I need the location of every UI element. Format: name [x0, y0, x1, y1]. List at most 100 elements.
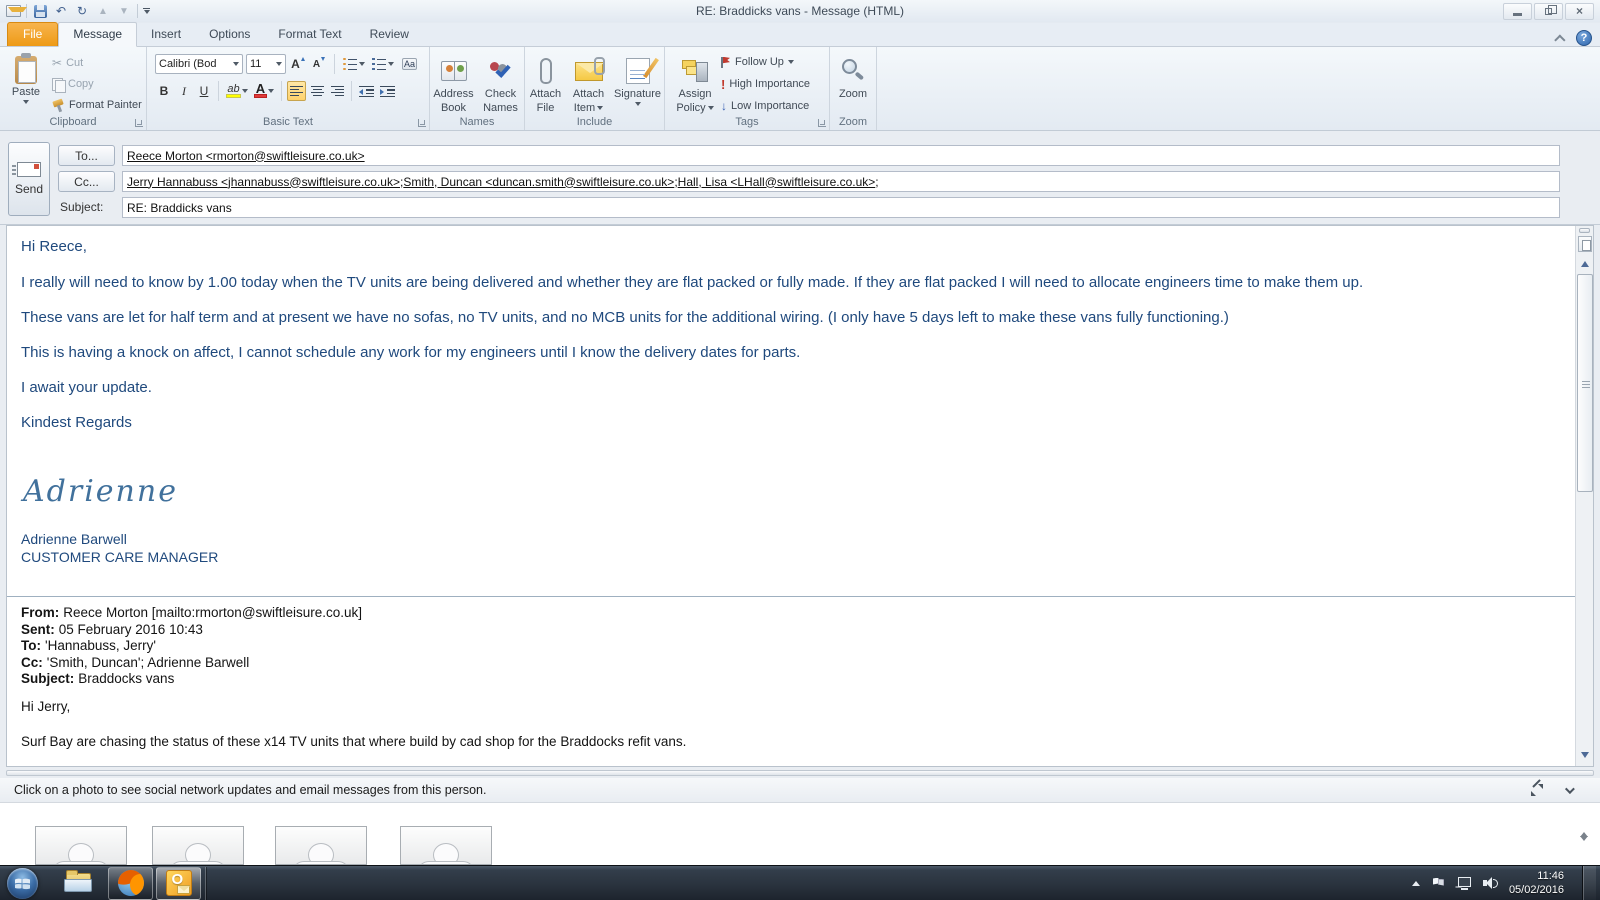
to-field[interactable]: Reece Morton <rmorton@swiftleisure.co.uk… [122, 145, 1560, 166]
recipient[interactable]: Hall, Lisa <LHall@swiftleisure.co.uk> [678, 175, 876, 189]
low-importance-button[interactable]: ↓ Low Importance [721, 97, 810, 115]
follow-up-button[interactable]: Follow Up [721, 53, 810, 71]
paste-button[interactable]: Paste [6, 52, 46, 118]
contact-photo-placeholder[interactable] [152, 826, 244, 865]
recipient[interactable]: Reece Morton <rmorton@swiftleisure.co.uk… [127, 149, 365, 163]
people-pane-header: Click on a photo to see social network u… [0, 778, 1600, 803]
close-icon: × [1575, 4, 1583, 18]
underline-button[interactable]: U [195, 81, 213, 101]
format-painter-button[interactable]: Format Painter [52, 96, 142, 114]
format-painter-icon [52, 99, 65, 112]
signature-name: Adrienne Barwell [21, 531, 127, 547]
bold-button[interactable]: B [155, 81, 173, 101]
align-left-button[interactable] [287, 81, 306, 101]
app-icon[interactable] [5, 3, 27, 19]
font-size-combo[interactable]: 11 [246, 54, 286, 74]
collapse-ribbon-icon[interactable] [1554, 34, 1566, 46]
show-hidden-icons-button[interactable] [1411, 880, 1420, 886]
save-icon[interactable] [32, 3, 48, 19]
show-desktop-button[interactable] [1582, 865, 1596, 900]
help-button[interactable]: ? [1576, 30, 1592, 46]
subject-field[interactable]: RE: Braddicks vans [122, 197, 1560, 218]
tab-review[interactable]: Review [356, 23, 423, 46]
increase-indent-button[interactable] [378, 81, 397, 101]
cc-field[interactable]: Jerry Hannabuss <jhannabuss@swiftleisure… [122, 171, 1560, 192]
align-center-button[interactable] [308, 81, 326, 101]
signature-title: CUSTOMER CARE MANAGER [21, 549, 219, 565]
group-label-names: Names [459, 116, 495, 128]
photos-scroll-up-icon[interactable] [1580, 815, 1588, 837]
taskbar-clock[interactable]: 11:46 05/02/2016 [1509, 869, 1570, 897]
signature-icon [625, 58, 650, 84]
numbering-button[interactable] [370, 54, 396, 74]
firefox-icon [117, 870, 144, 896]
taskbar-outlook-button[interactable]: O [156, 866, 201, 900]
to-button[interactable]: To... [58, 145, 115, 166]
scroll-up-button[interactable] [1577, 256, 1593, 272]
volume-icon[interactable] [1482, 877, 1498, 890]
taskbar-firefox-button[interactable] [108, 866, 153, 900]
tab-options[interactable]: Options [195, 23, 264, 46]
restore-button[interactable] [1534, 2, 1563, 20]
font-color-button[interactable]: A [252, 81, 276, 101]
expand-people-pane-icon[interactable] [1531, 784, 1543, 796]
font-name-combo[interactable]: Calibri (Bod [155, 54, 243, 74]
message-editor[interactable]: Hi Reece, I really will need to know by … [7, 226, 1575, 766]
italic-button[interactable]: I [175, 81, 193, 101]
align-right-button[interactable] [328, 81, 346, 101]
divider [205, 866, 206, 900]
address-book-button[interactable]: Address Book [431, 52, 476, 114]
dialog-launcher-icon[interactable] [818, 119, 826, 127]
customize-qat-icon[interactable] [143, 8, 150, 14]
assign-policy-button[interactable]: Assign Policy [673, 52, 717, 114]
shrink-font-button[interactable]: A [310, 54, 328, 74]
high-importance-button[interactable]: ! High Importance [721, 75, 810, 93]
tab-message[interactable]: Message [58, 22, 138, 47]
network-icon[interactable] [1456, 876, 1471, 890]
recipient[interactable]: Jerry Hannabuss <jhannabuss@swiftleisure… [127, 175, 400, 189]
recipient[interactable]: Smith, Duncan <duncan.smith@swiftleisure… [403, 175, 674, 189]
clear-formatting-button[interactable]: Aa [399, 54, 420, 74]
cc-button[interactable]: Cc... [58, 171, 115, 192]
decrease-indent-button[interactable] [357, 81, 376, 101]
attach-file-button[interactable]: Attach File [526, 52, 566, 114]
contact-photo-placeholder[interactable] [400, 826, 492, 865]
attach-item-button[interactable]: Attach Item [568, 52, 610, 114]
body-paragraph: Kindest Regards [21, 414, 132, 431]
undo-icon[interactable]: ↶ [53, 3, 69, 19]
photos-scroll-down-icon[interactable] [1580, 836, 1588, 859]
ribbon: Paste ✂ Cut Copy Format Painter Clipboar… [0, 47, 1600, 131]
action-center-icon[interactable] [1432, 877, 1444, 890]
ruler-toggle-icon[interactable] [1578, 236, 1592, 252]
send-button[interactable]: Send [8, 142, 50, 216]
minimize-button[interactable] [1503, 2, 1532, 20]
grow-font-button[interactable]: A [289, 54, 307, 74]
start-button[interactable] [7, 867, 38, 899]
group-label-basic-text: Basic Text [263, 116, 313, 128]
tab-file[interactable]: File [7, 22, 59, 46]
dialog-launcher-icon[interactable] [135, 119, 143, 127]
tab-insert[interactable]: Insert [137, 23, 195, 46]
tab-format-text[interactable]: Format Text [264, 23, 355, 46]
title-bar: ↶ ↻ ▲ ▼ RE: Braddicks vans - Message (HT… [0, 0, 1600, 23]
bullets-icon [343, 57, 358, 71]
signature-button[interactable]: Signature [612, 52, 664, 114]
highlight-button[interactable]: ab [224, 81, 250, 101]
taskbar-explorer-button[interactable] [64, 870, 94, 895]
group-zoom: Zoom Zoom [830, 47, 877, 130]
people-pane-splitter[interactable] [6, 770, 1594, 776]
dialog-launcher-icon[interactable] [418, 119, 426, 127]
zoom-button[interactable]: Zoom [833, 52, 873, 100]
check-names-button[interactable]: Check Names [478, 52, 523, 114]
contact-photo-placeholder[interactable] [35, 826, 127, 865]
chevron-down-icon[interactable] [1564, 783, 1575, 794]
signature-script: Adrienne [23, 474, 178, 509]
redo-icon[interactable]: ↻ [74, 3, 90, 19]
scroll-down-button[interactable] [1577, 747, 1593, 763]
split-handle[interactable] [1579, 228, 1590, 233]
vertical-scrollbar[interactable] [1575, 226, 1593, 766]
close-button[interactable]: × [1565, 2, 1594, 20]
scrollbar-thumb[interactable] [1577, 274, 1593, 492]
bullets-button[interactable] [341, 54, 367, 74]
contact-photo-placeholder[interactable] [275, 826, 367, 865]
